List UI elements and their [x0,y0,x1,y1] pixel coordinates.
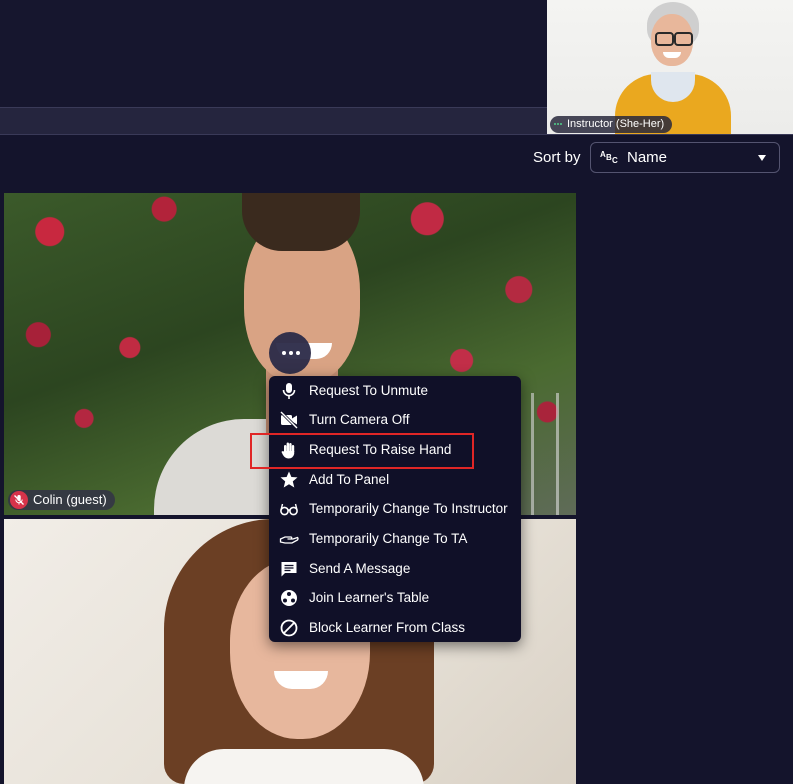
helping-hand-icon [279,529,299,549]
menu-item-send-message[interactable]: Send A Message [269,554,521,583]
learner-name-badge: Colin (guest) [8,490,115,510]
menu-item-add-to-panel[interactable]: Add To Panel [269,465,521,494]
glasses-icon [279,499,299,519]
instructor-name-badge: Instructor (She-Her) [550,116,673,133]
learner-name: Colin (guest) [33,492,107,507]
camera-off-icon [279,410,299,430]
menu-item-join-learners-table[interactable]: Join Learner's Table [269,583,521,612]
block-icon [279,618,299,638]
sort-by-label: Sort by [533,149,581,166]
star-icon [279,470,299,490]
highlight-annotation-box [250,433,474,469]
menu-item-request-unmute[interactable]: Request To Unmute [269,376,521,405]
learner-video-hair [242,193,360,251]
instructor-video-tile[interactable]: Instructor (She-Her) [547,0,793,134]
audio-activity-icon [554,123,564,126]
chevron-down-icon [758,155,766,161]
mic-muted-icon [10,491,28,509]
table-icon [279,588,299,608]
instructor-name: Instructor (She-Her) [567,118,665,130]
top-area [0,0,547,107]
menu-item-change-to-instructor[interactable]: Temporarily Change To Instructor [269,494,521,523]
instructor-video-glasses [653,32,693,46]
menu-item-change-to-ta[interactable]: Temporarily Change To TA [269,524,521,553]
more-options-button[interactable] [269,332,311,374]
message-icon [279,559,299,579]
abc-sort-icon: ABC [600,150,618,165]
learner-context-menu: Request To Unmute Turn Camera Off Reques… [269,376,521,642]
microphone-icon [279,381,299,401]
sort-selected-value: Name [627,149,668,166]
learner-video-shirt [184,749,424,784]
sort-dropdown[interactable]: ABC Name [590,142,780,173]
classroom-view: Instructor (She-Her) Sort by ABC Name Co… [0,0,793,784]
menu-item-turn-camera-off[interactable]: Turn Camera Off [269,405,521,434]
more-dots-icon [282,351,300,355]
menu-item-block-learner[interactable]: Block Learner From Class [269,613,521,642]
